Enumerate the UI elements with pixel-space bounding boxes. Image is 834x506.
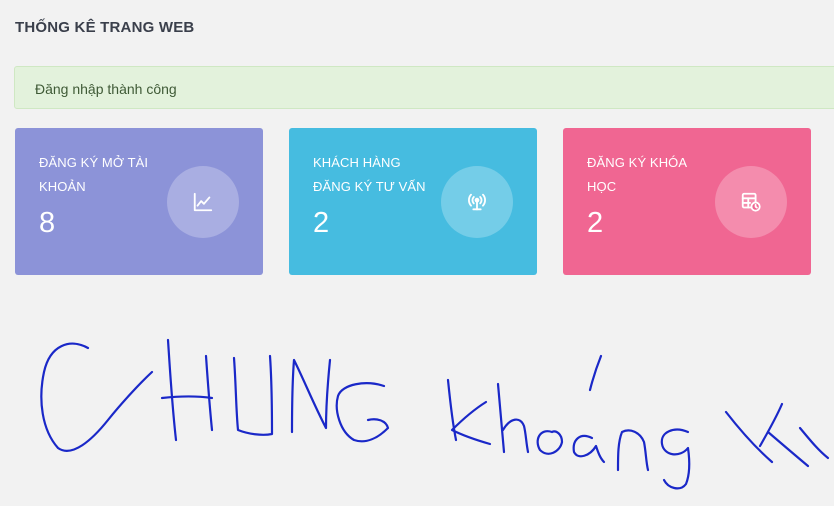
stat-card-value: 2 (587, 207, 604, 239)
stat-card-course-registrations[interactable]: ĐĂNG KÝ KHÓA HỌC 2 (563, 128, 811, 275)
line-chart-icon (193, 192, 213, 212)
stat-card-title: ĐĂNG KÝ MỞ TÀI KHOẢN (39, 155, 149, 194)
stat-card-value: 2 (313, 207, 330, 239)
stat-card-title: ĐĂNG KÝ KHÓA HỌC (587, 155, 687, 194)
page-title: THỐNG KÊ TRANG WEB (15, 19, 195, 36)
stat-card-consultation-registrations[interactable]: KHÁCH HÀNG ĐĂNG KÝ TƯ VẤN 2 (289, 128, 537, 275)
handwritten-annotation (40, 338, 830, 490)
stat-card-icon-circle (441, 166, 513, 238)
stat-card-icon-circle (715, 166, 787, 238)
stat-card-account-registrations[interactable]: ĐĂNG KÝ MỞ TÀI KHOẢN 8 (15, 128, 263, 275)
stat-card-value: 8 (39, 207, 56, 239)
stat-card-title: KHÁCH HÀNG ĐĂNG KÝ TƯ VẤN (313, 155, 426, 194)
broadcast-icon (468, 193, 486, 211)
alert-message: Đăng nhập thành công (35, 81, 177, 97)
success-alert: Đăng nhập thành công (14, 66, 834, 109)
stat-card-icon-circle (167, 166, 239, 238)
table-clock-icon (741, 192, 761, 212)
